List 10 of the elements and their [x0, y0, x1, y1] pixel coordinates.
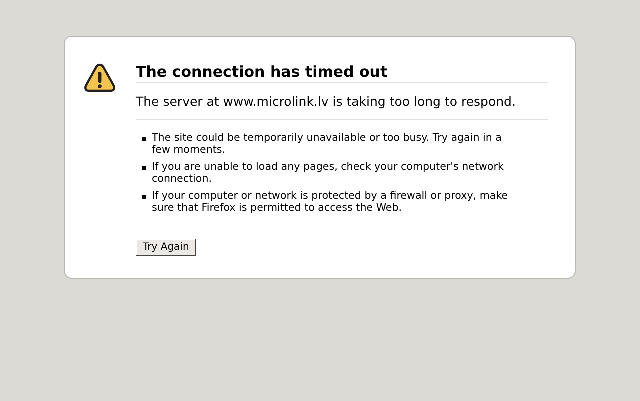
suggestion-text: If your computer or network is protected by a firewall or proxy, make sure that Firefox is permitted to access the Web.: [152, 190, 510, 214]
bullet-icon: [142, 137, 146, 141]
error-message: The server at www.microlink.lv is taking too long to respond.: [136, 94, 548, 120]
suggestion-text: The site could be temporarily unavailable or too busy. Try again in a few moments.: [152, 132, 503, 156]
suggestion-text: If you are unable to load any pages, check your computer's network connection.: [152, 161, 505, 185]
bullet-icon: [142, 195, 146, 199]
bullet-icon: [142, 166, 146, 170]
try-again-button[interactable]: Try Again: [136, 239, 196, 256]
warning-icon: [84, 63, 116, 93]
error-title: The connection has timed out: [136, 63, 548, 83]
